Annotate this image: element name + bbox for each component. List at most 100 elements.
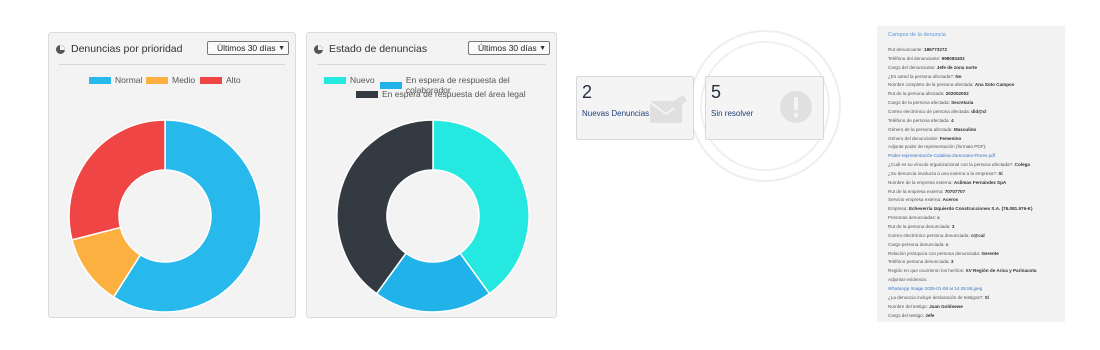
- detail-label: Región en que ocurrieron los hechos:: [888, 268, 966, 274]
- detail-row[interactable]: WhatsApp Image 2025-01-08 at 14.35.56.jp…: [888, 286, 982, 292]
- detail-value: Echeverría Izquierdo Construcciones S.A.…: [908, 206, 1033, 212]
- detail-row: Rut de la persona denunciada: 3: [888, 224, 954, 230]
- detail-row: Rut de la empresa externa: 70707707: [888, 189, 965, 195]
- complaint-details-panel: Campos de la denuncia Rut denunciante: 1…: [877, 26, 1065, 322]
- detail-value: 4: [951, 117, 954, 123]
- detail-row: Nombre completo de la persona afectada: …: [888, 82, 1014, 88]
- detail-row: Adjuntar evidencia:: [888, 277, 927, 283]
- detail-label: Servicio empresa externa:: [888, 197, 943, 203]
- detail-row: Correo electrónico de persona afectada: …: [888, 109, 986, 115]
- detail-label: ¿Es usted la persona afectada?:: [888, 73, 956, 79]
- detail-row: Relación jerárquica con persona denuncia…: [888, 251, 999, 257]
- detail-row: Servicio empresa externa: Aceros: [888, 197, 958, 203]
- detail-label: Género de la persona afectada:: [888, 126, 954, 132]
- detail-label: Cargo persona denunciada:: [888, 241, 946, 247]
- detail-row: ¿Su denuncia involucra a una externa a l…: [888, 171, 1003, 177]
- detail-label: Cargo de la persona afectada:: [888, 100, 952, 106]
- detail-label: Cargo del denunciante:: [888, 64, 937, 70]
- detail-label: Rut de la persona denunciada:: [888, 224, 952, 229]
- detail-value: Ana Soto Campos: [974, 82, 1015, 88]
- detail-label: Teléfono persona denunciada:: [888, 259, 951, 265]
- detail-label: Adjunte poder de representación (formato…: [888, 144, 987, 150]
- detail-value: Aclimas Fernández SpA: [953, 179, 1007, 185]
- detail-row: Teléfono de persona afectada: 4: [888, 118, 954, 124]
- new-reports-count: 2: [582, 82, 593, 102]
- detail-row: Adjunte poder de representación (formato…: [888, 144, 986, 150]
- detail-value: Juan Goldsewe: [929, 303, 963, 309]
- priority-panel: Denuncias por prioridad Últimos 30 días …: [48, 32, 296, 318]
- detail-value: 202002002: [945, 91, 969, 97]
- detail-label: Personas denunciadas:: [888, 215, 938, 221]
- detail-value: o@cal: [971, 232, 985, 238]
- detail-row: Género del denunciante: Femenino: [888, 136, 961, 142]
- detail-label: Teléfono de persona afectada:: [888, 117, 952, 123]
- detail-row: ¿Cuál es su vínculo organizacional con l…: [888, 162, 1030, 168]
- detail-row: Nombre del testigo: Juan Goldsewe: [888, 304, 963, 310]
- priority-donut-chart: [68, 119, 262, 313]
- detail-row: Región en que ocurrieron los hechos: XV …: [888, 268, 1036, 274]
- detail-label: Teléfono del denunciante:: [888, 55, 942, 61]
- new-reports-card[interactable]: 2 Nuevas Denuncias: [576, 76, 694, 140]
- detail-value: Jefe de zona norte: [936, 64, 978, 70]
- detail-row: Rut de la persona afectada: 202002002: [888, 91, 969, 97]
- status-donut-chart: [336, 119, 530, 313]
- detail-row: Teléfono del denunciante: 998083402: [888, 56, 965, 62]
- unresolved-count: 5: [711, 82, 722, 102]
- detail-label: Adjuntar evidencia:: [888, 277, 928, 283]
- detail-row[interactable]: Poder-representación-Catalina-Zamorano-F…: [888, 153, 995, 159]
- detail-row: ¿La denuncia incluye declaración de test…: [888, 295, 989, 301]
- complaint-details-title: Campos de la denuncia: [888, 32, 946, 38]
- detail-label: Género del denunciante:: [888, 135, 940, 141]
- detail-label: Nombre completo de la persona afectada:: [888, 82, 975, 88]
- detail-row: Personas denunciadas: c: [888, 215, 940, 221]
- donut-slice-alto[interactable]: [68, 119, 166, 241]
- detail-row: Cargo persona denunciada: c: [888, 242, 949, 248]
- detail-label: Relación jerárquica con persona denuncia…: [888, 250, 982, 256]
- detail-value: Gerente: [981, 250, 999, 256]
- detail-value: Sí: [998, 170, 1003, 176]
- detail-row: Teléfono persona denunciada: 3: [888, 259, 953, 265]
- detail-label: ¿Cuál es su vínculo organizacional con l…: [888, 162, 1015, 168]
- detail-value: Aceros: [942, 197, 959, 203]
- unresolved-label: Sin resolver: [711, 109, 754, 118]
- detail-value: c: [945, 241, 949, 247]
- detail-row: Cargo de la persona afectada: Secretaria: [888, 100, 973, 106]
- envelope-icon: [649, 95, 687, 123]
- detail-label: Rut de la empresa externa:: [888, 188, 945, 194]
- detail-label: Rut denunciante:: [888, 47, 925, 52]
- alert-icon: [780, 91, 812, 123]
- detail-row: Empresa: Echeverría Izquierdo Construcci…: [888, 206, 1033, 212]
- detail-row: Cargo del testigo: Jefe: [888, 313, 935, 319]
- detail-row: Correo electrónico persona denunciada: o…: [888, 233, 985, 239]
- status-panel: Estado de denuncias Últimos 30 días ▼ Nu…: [306, 32, 557, 318]
- detail-value: Sí: [984, 294, 990, 300]
- detail-value: c: [937, 215, 940, 221]
- detail-value: Masculino: [953, 126, 977, 132]
- detail-value: Femenino: [939, 135, 962, 141]
- detail-label: Empresa:: [888, 206, 909, 212]
- attachment-link[interactable]: Poder-representación-Catalina-Zamorano-F…: [888, 153, 995, 158]
- attachment-link[interactable]: WhatsApp Image 2025-01-08 at 14.35.56.jp…: [888, 286, 982, 291]
- detail-value: Jefe: [925, 312, 935, 318]
- detail-row: Nombre de la empresa externa: Aclimas Fe…: [888, 180, 1006, 186]
- detail-value: 186773272: [924, 47, 948, 52]
- detail-row: ¿Es usted la persona afectada?: No: [888, 74, 962, 80]
- detail-label: Rut de la persona afectada:: [888, 91, 946, 97]
- detail-value: Secretaria: [951, 100, 974, 106]
- detail-value: No: [955, 73, 962, 79]
- detail-value: did@cl: [971, 108, 987, 114]
- detail-label: Correo electrónico de persona afectada:: [888, 108, 972, 114]
- detail-value: 70707707: [944, 188, 966, 194]
- detail-value: XV Región de Arica y Parinacota: [965, 268, 1037, 274]
- detail-row: Rut denunciante: 186773272: [888, 47, 947, 53]
- detail-label: ¿Su denuncia involucra a una externa a l…: [888, 170, 999, 176]
- detail-row: Cargo del denunciante: Jefe de zona nort…: [888, 65, 977, 71]
- detail-label: ¿La denuncia incluye declaración de test…: [888, 294, 985, 300]
- detail-row: Género de la persona afectada: Masculino: [888, 127, 976, 133]
- detail-value: 3: [951, 224, 955, 229]
- detail-label: Nombre de la empresa externa:: [888, 179, 954, 185]
- detail-value: 3: [950, 259, 954, 265]
- unresolved-card[interactable]: 5 Sin resolver: [705, 76, 824, 140]
- detail-value: 998083402: [941, 55, 965, 61]
- detail-label: Nombre del testigo:: [888, 303, 930, 309]
